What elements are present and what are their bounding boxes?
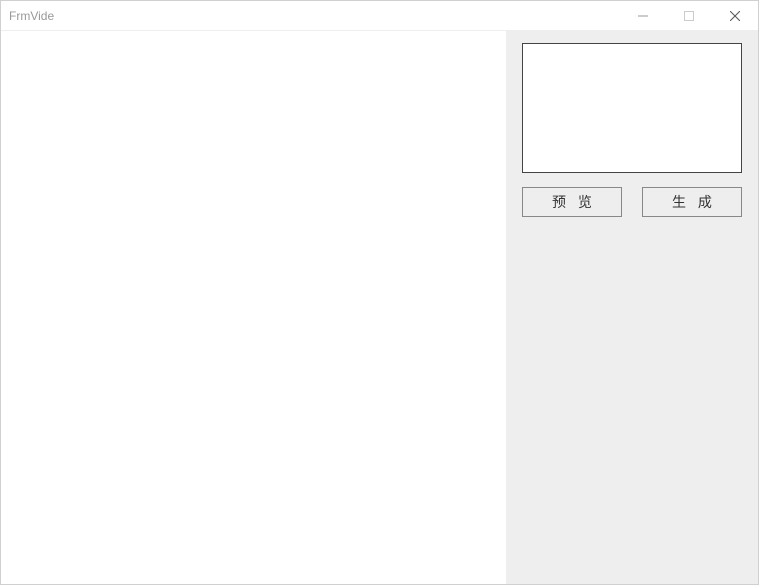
minimize-icon (638, 11, 648, 21)
client-area: 预 览 生 成 (1, 31, 758, 584)
button-row: 预 览 生 成 (522, 187, 742, 217)
titlebar: FrmVide (1, 1, 758, 31)
maximize-button[interactable] (666, 1, 712, 30)
generate-button[interactable]: 生 成 (642, 187, 742, 217)
window-title: FrmVide (9, 9, 620, 23)
side-panel: 预 览 生 成 (506, 31, 758, 584)
maximize-icon (684, 11, 694, 21)
window-controls (620, 1, 758, 30)
main-panel (1, 31, 506, 584)
preview-button[interactable]: 预 览 (522, 187, 622, 217)
minimize-button[interactable] (620, 1, 666, 30)
preview-box (522, 43, 742, 173)
close-icon (730, 11, 740, 21)
close-button[interactable] (712, 1, 758, 30)
